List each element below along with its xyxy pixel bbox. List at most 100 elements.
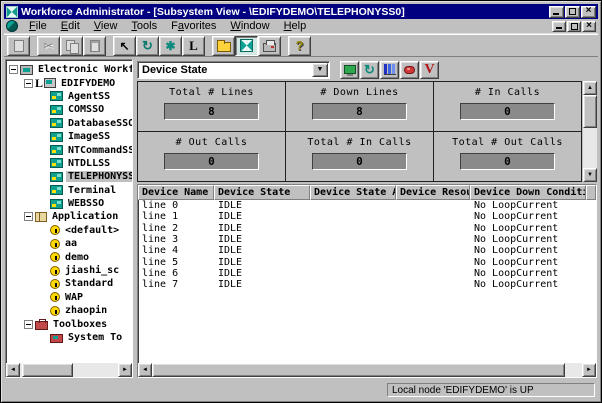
tree-item-standard[interactable]: Standard — [9, 277, 132, 290]
child-close-button[interactable]: × — [582, 21, 596, 32]
table-row[interactable]: line 7IDLENo LoopCurrent — [138, 279, 596, 290]
view-selector[interactable]: Device State ▼ — [137, 61, 330, 79]
scroll-track[interactable] — [20, 363, 118, 377]
table-row[interactable]: line 2IDLENo LoopCurrent — [138, 223, 596, 234]
column-header-device-resou[interactable]: Device Resou... — [396, 185, 470, 200]
stat-panel-in-calls: # In Calls0 — [434, 82, 582, 132]
menu-view[interactable]: View — [87, 19, 125, 33]
table-row[interactable]: line 3IDLENo LoopCurrent — [138, 234, 596, 245]
menu-tools[interactable]: Tools — [124, 19, 164, 33]
tree-item-edifydemo[interactable]: LEDIFYDEMO — [9, 76, 132, 89]
stat-label: # Out Calls — [176, 137, 248, 148]
select-pointer-button[interactable]: ↖ — [113, 36, 136, 56]
tree-item-ntdllss[interactable]: NTDLLSS — [9, 157, 132, 170]
column-header-device-state[interactable]: Device State — [214, 185, 310, 200]
subsystem-tree: Electronic WorkforLEDIFYDEMOAgentSSCOMSS… — [6, 60, 132, 363]
subsystem-icon — [50, 158, 63, 168]
subsystem-icon — [50, 91, 63, 101]
menu-file[interactable]: File — [22, 19, 54, 33]
minimize-button[interactable] — [549, 6, 564, 18]
scroll-track[interactable] — [152, 363, 582, 377]
expand-box-icon[interactable] — [24, 212, 33, 221]
menu-window[interactable]: Window — [223, 19, 276, 33]
menu-favorites[interactable]: Favorites — [164, 19, 223, 33]
expand-box-icon[interactable] — [24, 79, 33, 88]
tree-item-telephonyss0[interactable]: TELEPHONYSS0 — [9, 170, 132, 183]
statistics-button[interactable] — [380, 61, 399, 79]
copy-button[interactable] — [60, 36, 83, 56]
scroll-down-arrow[interactable]: ▼ — [583, 168, 597, 182]
letter-l-icon: L — [189, 39, 198, 52]
scroll-thumb[interactable] — [583, 95, 597, 128]
restore-button[interactable] — [565, 6, 580, 18]
tree-item-aa[interactable]: aa — [9, 237, 132, 250]
scroll-right-arrow[interactable]: ► — [582, 363, 596, 377]
device-monitor-button[interactable] — [340, 61, 359, 79]
subsystem-view-pane: Device State ▼ ↻ V Total # Lines8# Down L… — [137, 59, 597, 378]
menu-help[interactable]: Help — [277, 19, 314, 33]
tree-item-electronic-workfor[interactable]: Electronic Workfor — [9, 63, 132, 76]
app-icon — [50, 306, 60, 316]
expand-box-icon[interactable] — [24, 320, 33, 329]
alarms-button[interactable] — [400, 61, 419, 79]
column-header-device-state-a[interactable]: Device State A... — [310, 185, 396, 200]
new-button[interactable] — [7, 36, 30, 56]
tree-item-websso[interactable]: WEBSSO — [9, 197, 132, 210]
tree-item-application[interactable]: Application — [9, 210, 132, 223]
subsystem-icon — [50, 172, 63, 182]
close-button[interactable]: × — [581, 6, 596, 18]
tree-item-default[interactable]: <default> — [9, 224, 132, 237]
refresh-button[interactable]: ↻ — [136, 36, 159, 56]
table-row[interactable]: line 5IDLENo LoopCurrent — [138, 256, 596, 267]
scroll-right-arrow[interactable]: ► — [118, 363, 132, 377]
scroll-track[interactable] — [583, 95, 597, 168]
paste-button[interactable] — [83, 36, 106, 56]
tree-item-wap[interactable]: WAP — [9, 291, 132, 304]
help-button[interactable]: ? — [288, 36, 311, 56]
document-system-menu-icon[interactable] — [6, 20, 18, 32]
refresh-teal-icon: ↻ — [364, 63, 375, 76]
table-cell: line 2 — [138, 223, 214, 234]
refresh-view-button[interactable]: ↻ — [360, 61, 379, 79]
scroll-up-arrow[interactable]: ▲ — [583, 81, 597, 95]
scroll-left-arrow[interactable]: ◄ — [6, 363, 20, 377]
tree-item-label: zhaopin — [63, 305, 109, 316]
open-folder-button[interactable] — [212, 36, 235, 56]
column-header-extra[interactable] — [586, 185, 596, 200]
validate-button[interactable]: V — [420, 61, 439, 79]
table-row[interactable]: line 0IDLENo LoopCurrent — [138, 200, 596, 211]
tree-item-jiashi-sc[interactable]: jiashi_sc — [9, 264, 132, 277]
table-row[interactable]: line 4IDLENo LoopCurrent — [138, 245, 596, 256]
child-restore-button[interactable] — [567, 21, 581, 32]
subsystem-icon — [50, 145, 63, 155]
tree-item-agentss[interactable]: AgentSS — [9, 90, 132, 103]
scroll-left-arrow[interactable]: ◄ — [138, 363, 152, 377]
tree-item-terminal[interactable]: Terminal — [9, 184, 132, 197]
tree-item-ntcommandss[interactable]: NTCommandSS — [9, 143, 132, 156]
print-button[interactable] — [258, 36, 281, 56]
tree-item-toolboxes[interactable]: Toolboxes — [9, 317, 132, 330]
tree-item-demo[interactable]: demo — [9, 250, 132, 263]
table-row[interactable]: line 6IDLENo LoopCurrent — [138, 268, 596, 279]
column-header-device-name[interactable]: Device Name — [138, 185, 214, 200]
child-minimize-button[interactable] — [552, 21, 566, 32]
legend-button[interactable]: L — [182, 36, 205, 56]
processes-button[interactable]: ✱ — [159, 36, 182, 56]
scroll-thumb[interactable] — [22, 363, 73, 377]
column-header-device-down-condition[interactable]: Device Down Condition — [470, 185, 586, 200]
stat-value: 0 — [460, 153, 556, 170]
table-row[interactable]: line 1IDLENo LoopCurrent — [138, 211, 596, 222]
stats-grid: Total # Lines8# Down Lines8# In Calls0# … — [137, 81, 582, 182]
subsystem-view-button[interactable] — [235, 36, 258, 56]
tree-item-zhaopin[interactable]: zhaopin — [9, 304, 132, 317]
cut-button[interactable]: ✂ — [37, 36, 60, 56]
chevron-down-icon[interactable]: ▼ — [312, 63, 328, 77]
tree-item-comsso[interactable]: COMSSO — [9, 103, 132, 116]
menu-edit[interactable]: Edit — [54, 19, 87, 33]
tree-item-imagess[interactable]: ImageSS — [9, 130, 132, 143]
tree-item-databasesso[interactable]: DatabaseSSO — [9, 117, 132, 130]
tree-item-system-to[interactable]: System To — [9, 331, 132, 344]
table-cell: IDLE — [214, 200, 310, 211]
expand-box-icon[interactable] — [9, 65, 18, 74]
scroll-thumb[interactable] — [152, 363, 565, 377]
